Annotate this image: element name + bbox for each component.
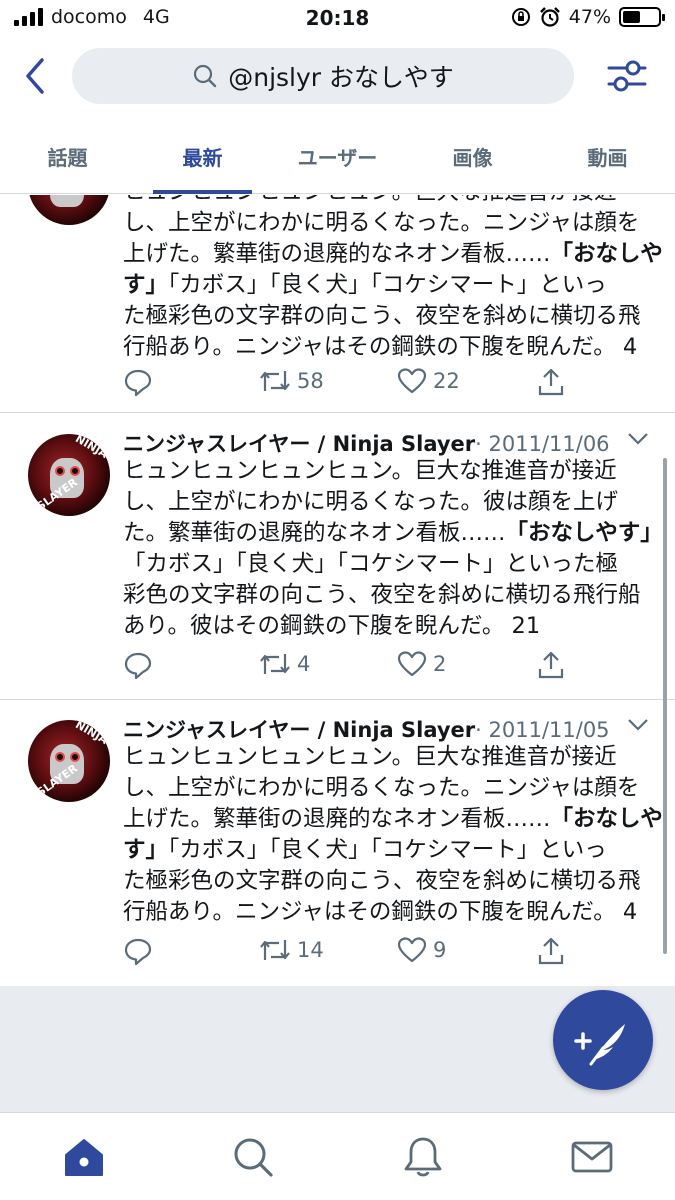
tweet-line: ヒュンヒュンヒュンヒュン。巨大な推進音が接近	[123, 195, 643, 208]
compose-feather-icon	[574, 1024, 625, 1066]
alarm-icon	[539, 7, 560, 27]
tweet-text: ヒュンヒュンヒュンヒュン。巨大な推進音が接近 し、上空がにわかに明るくなった。彼…	[123, 456, 663, 642]
tweet-item[interactable]: NINJA SLAYER ニンジャスレイヤー / Ninja Slayer· 2…	[0, 700, 675, 985]
tab-users[interactable]: ユーザー	[270, 114, 405, 193]
retweet-button[interactable]: 14	[259, 936, 324, 964]
tweet-date: · 2011/11/05	[475, 718, 610, 742]
tweet-date: · 2011/11/06	[475, 432, 610, 456]
search-icon	[194, 64, 217, 88]
share-button[interactable]	[536, 936, 566, 966]
tweet-line: あり。彼はその鋼鉄の下腹を睨んだ。 21	[123, 613, 541, 639]
tweet-line: し、上空がにわかに明るくなった。彼は顔を上げ	[123, 489, 619, 515]
tweet-feed[interactable]: ヒュンヒュンヒュンヒュン。巨大な推進音が接近 し、上空がにわかに明るくなった。ニ…	[0, 195, 675, 985]
like-count: 2	[433, 652, 447, 676]
share-button[interactable]	[536, 650, 566, 680]
retweet-button[interactable]: 4	[259, 650, 310, 678]
heart-icon	[397, 937, 427, 963]
share-icon	[538, 937, 564, 965]
reply-button[interactable]	[123, 650, 153, 680]
tweet-line: し、上空がにわかに明るくなった。ニンジャは顔を	[123, 775, 640, 801]
chevron-down-icon[interactable]	[627, 432, 649, 446]
tab-images[interactable]: 画像	[405, 114, 540, 193]
reply-button[interactable]	[123, 936, 153, 966]
bottom-nav	[0, 1112, 675, 1200]
tweet-item[interactable]: NINJA SLAYER ニンジャスレイヤー / Ninja Slayer· 2…	[0, 414, 675, 700]
retweet-count: 14	[297, 938, 324, 962]
tweet-line: 「カボス」「良く犬」「コケシマート」といった極	[123, 551, 619, 577]
avatar[interactable]: NINJA SLAYER	[28, 720, 110, 802]
tweet-line: し、上空がにわかに明るくなった。ニンジャは顔を	[123, 210, 640, 236]
tweet-line: 上げた。繁華街の退廃的なネオン看板……「おなしや	[123, 241, 663, 267]
tab-latest[interactable]: 最新	[135, 114, 270, 194]
tweet-line: ヒュンヒュンヒュンヒュン。巨大な推進音が接近	[123, 458, 617, 484]
compose-button[interactable]	[553, 990, 653, 1090]
share-icon	[538, 368, 564, 396]
tweet-line: 行船あり。ニンジャはその鋼鉄の下腹を睨んだ。 4	[123, 899, 638, 925]
tweet-actions: 4 2	[123, 650, 643, 682]
retweet-icon	[260, 371, 290, 391]
search-icon[interactable]	[231, 1135, 275, 1179]
retweet-icon	[260, 940, 290, 960]
retweet-icon	[260, 654, 290, 674]
tweet-line: 行船あり。ニンジャはその鋼鉄の下腹を睨んだ。 4	[123, 334, 638, 360]
orientation-lock-icon	[511, 8, 530, 26]
reply-icon	[124, 369, 152, 397]
bell-icon[interactable]	[401, 1135, 445, 1179]
author-name[interactable]: ニンジャスレイヤー / Ninja Slayer	[123, 432, 475, 456]
tweet-line: す」「カボス」「良く犬」「コケシマート」といっ	[123, 272, 607, 298]
scrollbar[interactable]	[663, 458, 667, 954]
search-header: @njslyr おなしやす	[0, 38, 675, 114]
tweet-line: た極彩色の文字群の向こう、夜空を斜めに横切る飛	[123, 868, 641, 894]
like-button[interactable]: 22	[397, 367, 460, 395]
tab-videos[interactable]: 動画	[540, 114, 675, 193]
like-count: 9	[433, 938, 447, 962]
heart-icon	[397, 368, 427, 394]
tweet-actions: 58 22	[123, 367, 643, 399]
tweet-item[interactable]: ヒュンヒュンヒュンヒュン。巨大な推進音が接近 し、上空がにわかに明るくなった。ニ…	[0, 195, 675, 413]
envelope-icon[interactable]	[570, 1135, 614, 1179]
battery-percent: 47%	[568, 6, 611, 28]
search-input[interactable]: @njslyr おなしやす	[72, 48, 574, 104]
retweet-button[interactable]: 58	[259, 367, 324, 395]
home-icon[interactable]	[62, 1135, 106, 1179]
like-button[interactable]: 2	[397, 650, 446, 678]
status-bar: docomo 4G 20:18 47%	[0, 0, 675, 38]
tab-topics[interactable]: 話題	[0, 114, 135, 193]
chevron-down-icon[interactable]	[627, 718, 649, 732]
retweet-count: 58	[297, 369, 324, 393]
tweet-header: ニンジャスレイヤー / Ninja Slayer· 2011/11/05	[123, 714, 610, 744]
reply-icon	[124, 652, 152, 680]
search-query: @njslyr おなしやす	[228, 63, 454, 92]
sliders-icon[interactable]	[605, 54, 649, 98]
avatar[interactable]: NINJA SLAYER	[28, 434, 110, 516]
tweet-line: た極彩色の文字群の向こう、夜空を斜めに横切る飛	[123, 303, 641, 329]
tweet-line: 彩色の文字群の向こう、夜空を斜めに横切る飛行船	[123, 582, 641, 608]
tweet-actions: 14 9	[123, 936, 643, 968]
retweet-count: 4	[297, 652, 311, 676]
share-icon	[538, 651, 564, 679]
avatar[interactable]	[28, 195, 110, 225]
author-name[interactable]: ニンジャスレイヤー / Ninja Slayer	[123, 718, 475, 742]
tweet-line: す」「カボス」「良く犬」「コケシマート」といっ	[123, 837, 607, 863]
tweet-text: ヒュンヒュンヒュンヒュン。巨大な推進音が接近 し、上空がにわかに明るくなった。ニ…	[123, 742, 663, 928]
avatar-ninja-text: NINJA	[73, 720, 110, 747]
heart-icon	[397, 651, 427, 677]
share-button[interactable]	[536, 367, 566, 397]
battery-icon	[619, 7, 665, 27]
like-count: 22	[433, 369, 460, 393]
avatar-ninja-text: NINJA	[73, 434, 110, 461]
reply-button[interactable]	[123, 367, 153, 397]
tweet-line: た。繁華街の退廃的なネオン看板……「おなしやす」	[123, 520, 663, 546]
like-button[interactable]: 9	[397, 936, 446, 964]
status-right: 47%	[511, 6, 665, 28]
tweet-header: ニンジャスレイヤー / Ninja Slayer· 2011/11/06	[123, 428, 610, 458]
tweet-text: ヒュンヒュンヒュンヒュン。巨大な推進音が接近 し、上空がにわかに明るくなった。ニ…	[123, 195, 663, 363]
back-chevron-icon[interactable]	[18, 56, 54, 96]
reply-icon	[124, 938, 152, 966]
search-tabs: 話題 最新 ユーザー 画像 動画	[0, 114, 675, 194]
tweet-line: 上げた。繁華街の退廃的なネオン看板……「おなしや	[123, 806, 663, 832]
tweet-line: ヒュンヒュンヒュンヒュン。巨大な推進音が接近	[123, 744, 617, 770]
